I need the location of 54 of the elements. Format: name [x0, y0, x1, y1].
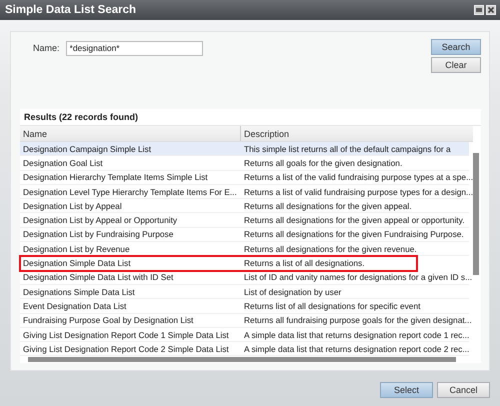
table-cell-text: Returns all designations for the given appeal or opportunity.: [243, 215, 465, 226]
table-cell-text: Giving List Designation Report Code 1 Simple Data List: [22, 330, 230, 340]
result-row[interactable]: Fundraising Purpose Goal by Designation List Returns all fundraising purpose goals for the given designat...: [20, 314, 469, 328]
horizontal-scrollbar[interactable]: [28, 357, 456, 362]
result-row[interactable]: Designations Simple Data List List of designation by user: [20, 284, 469, 300]
result-row[interactable]: Designation List by Appeal or Opportunity Returns all designations for the given appeal or opportunity.: [20, 213, 469, 228]
table-cell-text: List of designation by user: [243, 286, 342, 297]
search-area-button[interactable]: Clear: [431, 57, 481, 73]
result-row[interactable]: Event Designation Data List Returns list of all designations for specific event: [20, 299, 469, 314]
table-cell-text: Designation Hierarchy Template Items Simple List: [22, 172, 209, 182]
search-area-button[interactable]: Search: [431, 39, 481, 55]
table-cell-text: Designation Level Type Hierarchy Template Items For E...: [22, 186, 238, 197]
vertical-scrollbar[interactable]: [473, 153, 479, 275]
close-icon[interactable]: [486, 5, 496, 15]
table-cell-text: Returns all fundraising purpose goals for the given designat...: [243, 315, 472, 326]
result-row[interactable]: Designation Simple Data List Returns a list of all designations.: [20, 256, 417, 271]
name-label: Name:: [33, 43, 60, 53]
table-cell-text: Returns all designations for the given appeal.: [243, 200, 412, 211]
table-cell-text: Giving List Designation Report Code 2 Simple Data List: [22, 344, 230, 354]
column-header[interactable]: Description: [241, 126, 290, 141]
table-cell-text: Designation Simple Data List: [22, 258, 132, 268]
table-cell-text: Designation Campaign Simple List: [22, 144, 152, 154]
table-cell-text: Designation List by Appeal or Opportunity: [22, 215, 178, 226]
dialog-button[interactable]: Select: [380, 382, 433, 398]
table-cell-text: Designation Simple Data List with ID Set: [22, 272, 174, 282]
table-cell-text: Designation List by Revenue: [22, 244, 131, 254]
table-cell-text: Designation List by Fundraising Purpose: [22, 229, 174, 240]
name-field[interactable]: *designation*: [66, 40, 203, 56]
table-cell-text: A simple data list that returns designation report code 2 rec...: [243, 344, 470, 354]
table-cell-text: Returns all designations for the given revenue.: [243, 244, 417, 254]
result-row[interactable]: Designation List by Appeal Returns all designations for the given appeal.: [20, 199, 469, 214]
result-row[interactable]: Designation Goal List Returns all goals for the given designation.: [20, 156, 469, 171]
table-cell-text: Designation List by Appeal: [22, 200, 123, 211]
result-row[interactable]: Giving List Designation Report Code 1 Simple Data List A simple data list that returns designation report code 1 rec...: [20, 328, 469, 342]
table-cell-text: Designation Goal List: [22, 158, 104, 168]
results-heading: Results (22 records found): [20, 109, 481, 125]
maximize-icon[interactable]: [474, 5, 484, 15]
table-cell-text: Returns all designations for the given Fundraising Purpose.: [243, 229, 464, 240]
table-cell-text: Designations Simple Data List: [22, 286, 136, 297]
result-row[interactable]: Designation List by Revenue Returns all designations for the given revenue.: [20, 242, 469, 256]
dialog-button[interactable]: Cancel: [437, 382, 490, 398]
table-cell-text: Event Designation Data List: [22, 300, 128, 311]
table-cell-text: Returns all goals for the given designation.: [243, 158, 402, 168]
result-row[interactable]: Designation Simple Data List with ID Set List of ID and vanity names for designations for a given ID s...: [20, 270, 469, 285]
result-row[interactable]: Giving List Designation Report Code 2 Simple Data List A simple data list that returns designation report code 2 rec...: [20, 342, 469, 356]
table-cell-text: Returns a list of all designations.: [243, 258, 365, 268]
table-cell-text: A simple data list that returns designation report code 1 rec...: [243, 330, 470, 340]
result-row[interactable]: Designation List by Fundraising Purpose Returns all designations for the given Fundraising Purpose.: [20, 228, 469, 242]
table-cell-text: This simple list returns all of the default campaigns for a: [243, 144, 451, 154]
window-title: Simple Data List Search: [5, 4, 136, 16]
column-header[interactable]: Name: [20, 126, 241, 141]
result-row[interactable]: Designation Campaign Simple List This simple list returns all of the default campaigns for a: [20, 142, 469, 156]
table-cell-text: Returns list of all designations for specific event: [243, 300, 420, 311]
table-cell-text: Fundraising Purpose Goal by Designation List: [22, 315, 194, 326]
